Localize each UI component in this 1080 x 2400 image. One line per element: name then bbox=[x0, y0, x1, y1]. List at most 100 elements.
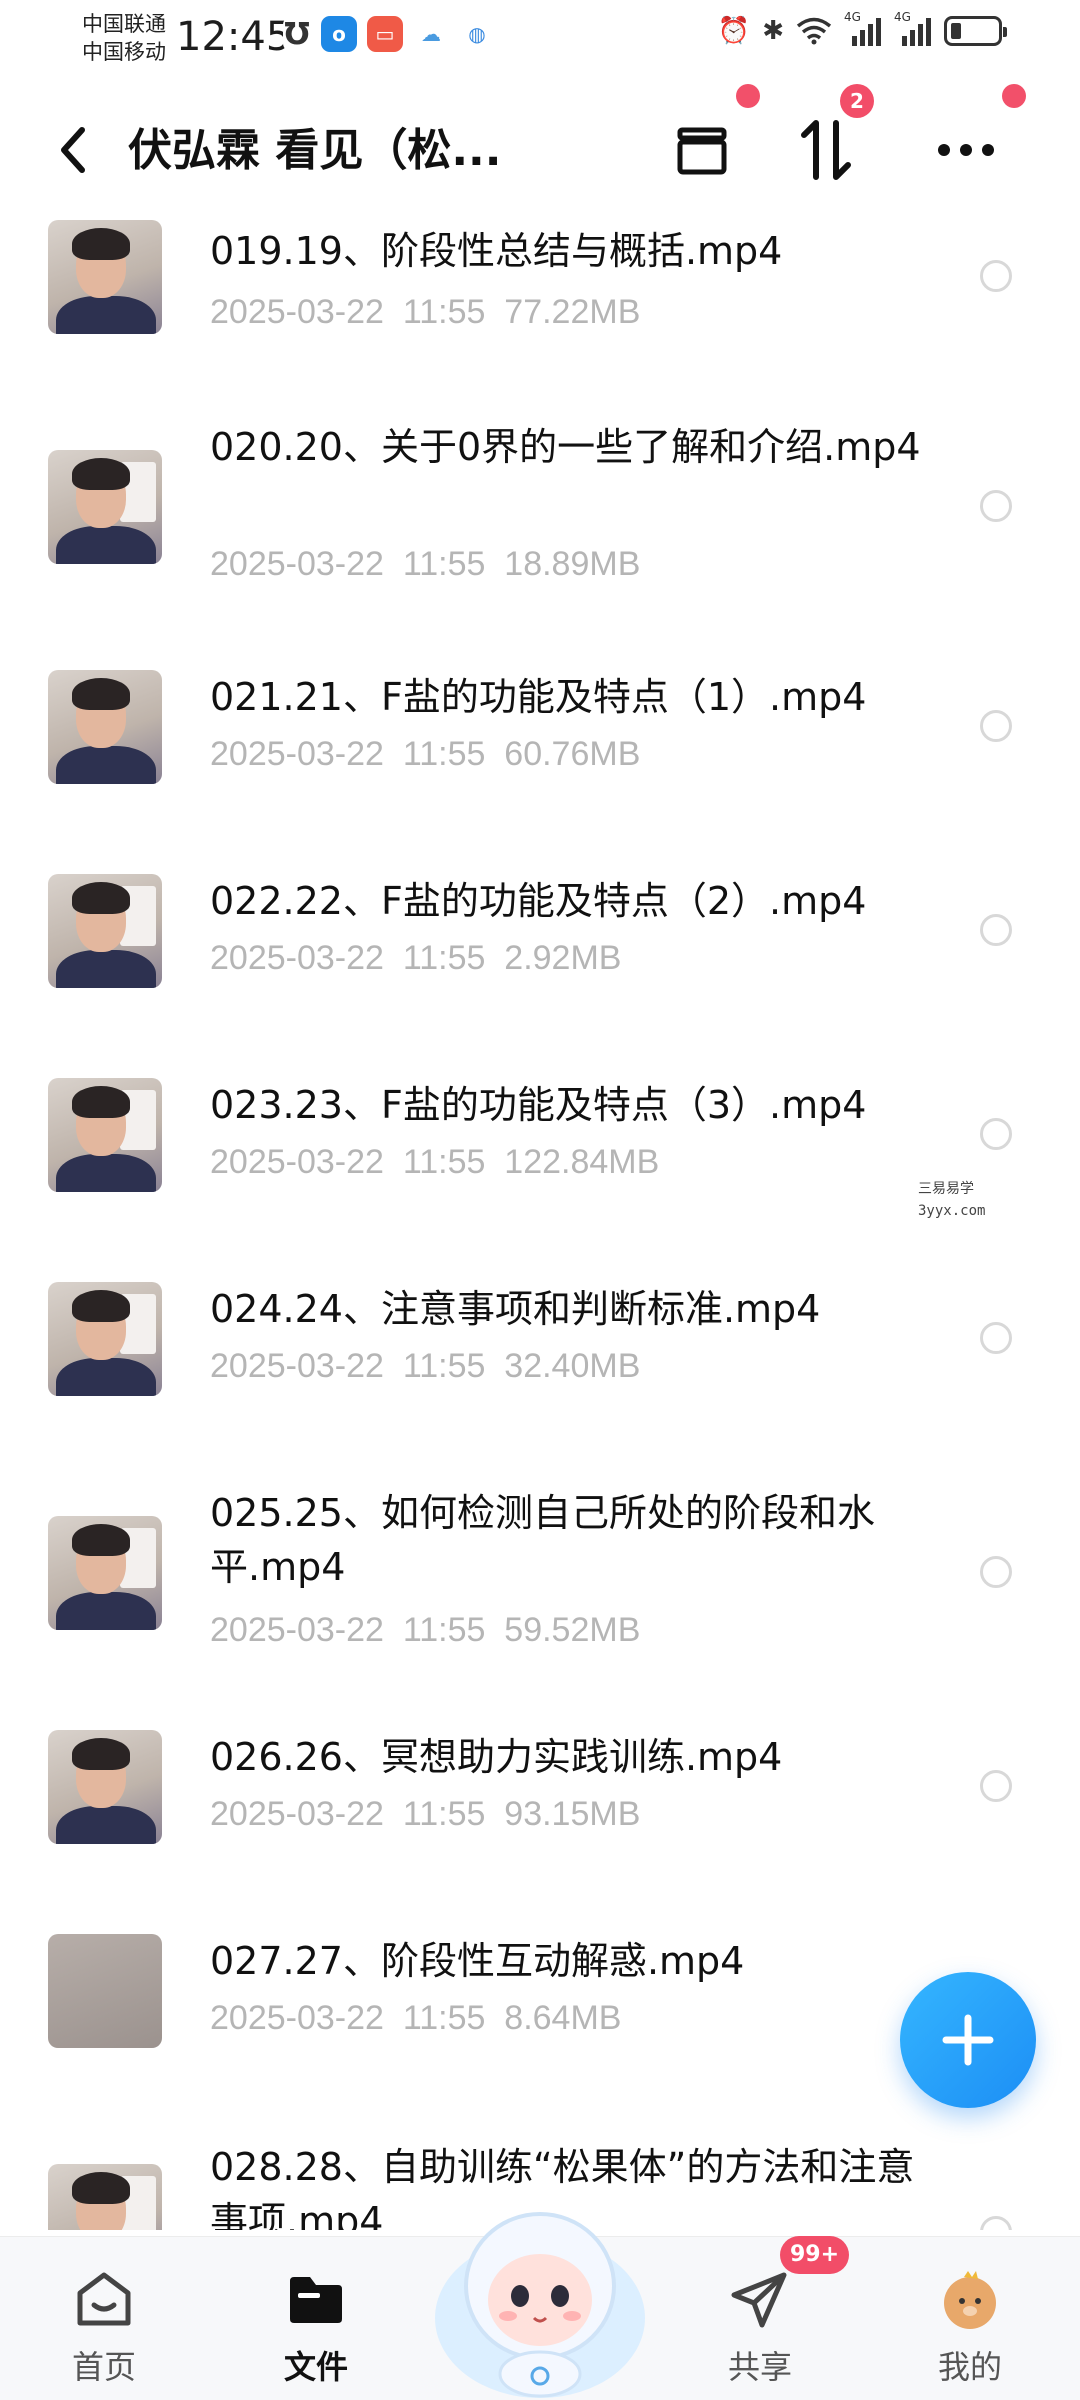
select-radio[interactable] bbox=[980, 710, 1012, 742]
select-radio[interactable] bbox=[980, 490, 1012, 522]
file-meta: 2025-03-22 11:55 59.52MB bbox=[210, 1608, 640, 1652]
profile-avatar-icon bbox=[944, 2271, 996, 2329]
file-date: 2025-03-22 bbox=[210, 1999, 384, 2037]
file-size: 122.84MB bbox=[504, 1143, 660, 1181]
file-size: 77.22MB bbox=[504, 293, 641, 331]
file-time: 11:55 bbox=[402, 1795, 486, 1833]
file-size: 8.64MB bbox=[504, 1999, 622, 2037]
file-date: 2025-03-22 bbox=[210, 293, 384, 331]
signal-2-icon: 4G bbox=[894, 10, 932, 46]
select-radio[interactable] bbox=[980, 2216, 1012, 2230]
file-size: 18.89MB bbox=[504, 545, 641, 583]
file-name: 023.23、F盐的功能及特点（3）.mp4 bbox=[210, 1083, 867, 1127]
nav-mine[interactable]: 我的 bbox=[890, 2237, 1050, 2400]
status-bar: 中国联通 中国移动 12:45 Ʊ o ▭ ☁ ◍ ⏰ ✱ 4G 4G bbox=[0, 0, 1080, 80]
file-name: 021.21、F盐的功能及特点（1）.mp4 bbox=[210, 675, 867, 719]
file-meta: 2025-03-22 11:55 2.92MB bbox=[210, 936, 621, 980]
video-thumbnail bbox=[48, 874, 162, 988]
select-radio[interactable] bbox=[980, 1770, 1012, 1802]
nav-home[interactable]: 首页 bbox=[24, 2237, 184, 2400]
file-meta: 2025-03-22 11:55 32.40MB bbox=[210, 1344, 640, 1388]
file-time: 11:55 bbox=[402, 293, 486, 331]
status-time: 12:45 bbox=[176, 14, 292, 60]
folder-title: 伏弘霖 看见（松... bbox=[128, 125, 502, 176]
carrier-info: 中国联通 中国移动 bbox=[82, 10, 166, 66]
video-thumbnail bbox=[48, 450, 162, 564]
file-date: 2025-03-22 bbox=[210, 545, 384, 583]
file-size: 60.76MB bbox=[504, 735, 641, 773]
archive-notification-dot bbox=[736, 84, 760, 108]
home-icon bbox=[77, 2272, 131, 2326]
video-thumbnail bbox=[48, 1282, 162, 1396]
file-name: 019.19、阶段性总结与概括.mp4 bbox=[210, 229, 783, 273]
plus-icon bbox=[942, 2014, 994, 2066]
sort-transfer-button[interactable] bbox=[786, 110, 866, 190]
blue-app-icon: o bbox=[321, 16, 357, 52]
file-time: 11:55 bbox=[402, 545, 486, 583]
red-app-icon: ▭ bbox=[367, 16, 403, 52]
file-meta: 2025-03-22 11:55 60.76MB bbox=[210, 732, 640, 776]
file-meta: 2025-03-22 11:55 18.89MB bbox=[210, 542, 640, 586]
transfer-count-badge: 2 bbox=[840, 84, 874, 118]
file-time: 11:55 bbox=[402, 1999, 486, 2037]
nav-files[interactable]: 文件 bbox=[236, 2237, 396, 2400]
nav-home-label: 首页 bbox=[71, 2348, 136, 2386]
more-dots-icon bbox=[938, 144, 994, 156]
notification-icons: Ʊ o ▭ ☁ ◍ bbox=[283, 16, 495, 52]
signal-1-icon: 4G bbox=[844, 10, 882, 46]
video-thumbnail bbox=[48, 220, 162, 334]
select-radio[interactable] bbox=[980, 1322, 1012, 1354]
file-date: 2025-03-22 bbox=[210, 1143, 384, 1181]
file-name: 022.22、F盐的功能及特点（2）.mp4 bbox=[210, 879, 867, 923]
archive-button[interactable] bbox=[662, 110, 742, 190]
shield-app-icon: Ʊ bbox=[283, 16, 311, 52]
file-size: 2.92MB bbox=[504, 939, 622, 977]
watermark-line-1: 三易易学 bbox=[918, 1181, 974, 1197]
file-time: 11:55 bbox=[402, 939, 486, 977]
watermark-line-2: 3yyx.com bbox=[918, 1203, 986, 1219]
select-radio[interactable] bbox=[980, 1118, 1012, 1150]
watermark: 三易易学 3yyx.com bbox=[918, 1178, 985, 1222]
select-radio[interactable] bbox=[980, 260, 1012, 292]
nav-share-label: 共享 bbox=[727, 2348, 792, 2386]
file-date: 2025-03-22 bbox=[210, 735, 384, 773]
video-thumbnail bbox=[48, 1078, 162, 1192]
video-thumbnail bbox=[48, 1934, 162, 2048]
file-meta: 2025-03-22 11:55 77.22MB bbox=[210, 290, 640, 334]
file-time: 11:55 bbox=[402, 735, 486, 773]
more-options-button[interactable] bbox=[926, 110, 1006, 190]
alarm-icon: ⏰ bbox=[717, 16, 751, 46]
video-thumbnail bbox=[48, 2164, 162, 2230]
video-thumbnail bbox=[48, 1516, 162, 1630]
transfer-arrows-icon bbox=[801, 120, 851, 180]
file-name: 027.27、阶段性互动解惑.mp4 bbox=[210, 1939, 745, 1983]
file-time: 11:55 bbox=[402, 1347, 486, 1385]
file-date: 2025-03-22 bbox=[210, 939, 384, 977]
mascot-icon bbox=[435, 2212, 645, 2398]
share-count-badge: 99+ bbox=[780, 2236, 850, 2274]
file-time: 11:55 bbox=[402, 1611, 486, 1649]
archive-icon bbox=[677, 127, 727, 175]
file-date: 2025-03-22 bbox=[210, 1347, 384, 1385]
file-size: 32.40MB bbox=[504, 1347, 641, 1385]
file-row[interactable]: 019.19、阶段性总结与概括.mp4 2025-03-22 11:55 77.… bbox=[0, 210, 1080, 410]
carrier-2: 中国移动 bbox=[82, 40, 166, 64]
mascot-assistant-button[interactable] bbox=[430, 2168, 650, 2400]
globe-app-icon: ◍ bbox=[459, 16, 495, 52]
file-date: 2025-03-22 bbox=[210, 1795, 384, 1833]
cloud-app-icon: ☁ bbox=[413, 16, 449, 52]
file-name: 020.20、关于0界的一些了解和介绍.mp4 bbox=[210, 425, 921, 469]
video-thumbnail bbox=[48, 670, 162, 784]
top-app-bar: 伏弘霖 看见（松... 2 bbox=[0, 80, 1080, 210]
back-icon[interactable] bbox=[52, 120, 96, 180]
file-meta: 2025-03-22 11:55 122.84MB bbox=[210, 1140, 659, 1184]
file-time: 11:55 bbox=[402, 1143, 486, 1181]
file-name: 025.25、如何检测自己所处的阶段和水平.mp4 bbox=[210, 1491, 875, 1589]
file-meta: 2025-03-22 11:55 8.64MB bbox=[210, 1996, 621, 2040]
file-size: 59.52MB bbox=[504, 1611, 641, 1649]
file-meta: 2025-03-22 11:55 93.15MB bbox=[210, 1792, 640, 1836]
battery-icon bbox=[944, 16, 1007, 46]
select-radio[interactable] bbox=[980, 1556, 1012, 1588]
add-fab-button[interactable] bbox=[900, 1972, 1036, 2108]
select-radio[interactable] bbox=[980, 914, 1012, 946]
